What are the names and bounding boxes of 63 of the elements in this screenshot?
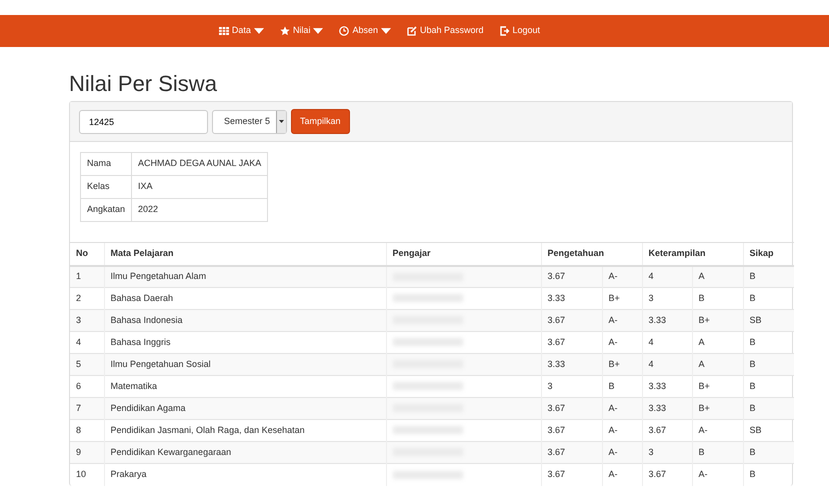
table-cell: 3.67 (541, 464, 602, 486)
table-cell: B (743, 354, 794, 376)
table-cell: 3.67 (541, 310, 602, 332)
logout-icon (500, 26, 510, 36)
table-cell: Bahasa Indonesia (104, 310, 386, 332)
table-cell: B+ (602, 354, 642, 376)
table-cell: Ilmu Pengetahuan Alam (104, 266, 386, 288)
table-cell: A- (602, 442, 642, 464)
table-cell: 3.33 (642, 398, 692, 420)
table-cell: 3 (642, 442, 692, 464)
table-cell: Prakarya (104, 464, 386, 486)
info-value: 2022 (132, 198, 268, 222)
table-cell: 3 (70, 310, 104, 332)
table-cell: B (743, 266, 794, 288)
clock-icon (339, 26, 350, 36)
table-cell: A (692, 266, 744, 288)
show-button[interactable]: Tampilkan (291, 109, 350, 134)
info-label: Kelas (80, 176, 132, 199)
table-cell: A- (602, 266, 642, 288)
table-cell: B (692, 442, 744, 464)
table-cell: Pendidikan Agama (104, 398, 386, 420)
table-cell: A- (602, 464, 642, 486)
semester-select[interactable]: Semester 5 (212, 110, 287, 134)
table-cell: 4 (642, 354, 692, 376)
info-value: ACHMAD DEGA AUNAL JAKA (132, 152, 268, 176)
table-cell: A (692, 354, 744, 376)
table-cell: 3.33 (642, 310, 692, 332)
table-cell: Ilmu Pengetahuan Sosial (104, 354, 386, 376)
grid-icon (218, 26, 229, 36)
table-cell: Pendidikan Kewarganegaraan (104, 442, 386, 464)
table-cell: 4 (642, 266, 692, 288)
table-cell: 3.67 (541, 398, 602, 420)
page-title: Nilai Per Siswa (69, 72, 218, 96)
table-cell: SB (743, 310, 794, 332)
dropdown-menu-button[interactable]: Data (210, 20, 272, 42)
edit-icon (406, 26, 417, 36)
caret-icon (279, 120, 284, 124)
star-icon (280, 26, 290, 36)
table-cell: 3.33 (541, 354, 602, 376)
table-cell: 3.67 (541, 442, 602, 464)
dropdown-menu-button[interactable]: Absen (331, 20, 399, 42)
table-cell: B+ (692, 398, 744, 420)
table-cell: A- (602, 398, 642, 420)
info-label: Nama (80, 152, 132, 176)
table-cell: 3.67 (541, 266, 602, 288)
info-value: IXA (132, 176, 268, 199)
table-cell: 5 (70, 354, 104, 376)
table-cell: 10 (70, 464, 104, 486)
table-cell: B (743, 464, 794, 486)
table-cell: 9 (70, 442, 104, 464)
table-cell: 1 (70, 266, 104, 288)
student-id-field[interactable]: 12425 (79, 110, 208, 134)
dropdown-menu-button[interactable]: Nilai (272, 20, 332, 42)
nav-link[interactable]: Ubah Password (398, 20, 492, 42)
table-cell: A- (692, 464, 744, 486)
table-cell: 7 (70, 398, 104, 420)
table-cell: A- (602, 310, 642, 332)
nav-link[interactable]: Logout (492, 20, 548, 42)
table-cell: B (743, 398, 794, 420)
info-label: Angkatan (80, 198, 132, 222)
table-cell: B (743, 442, 794, 464)
table-cell: B+ (692, 310, 744, 332)
table-cell: 3.67 (642, 464, 692, 486)
